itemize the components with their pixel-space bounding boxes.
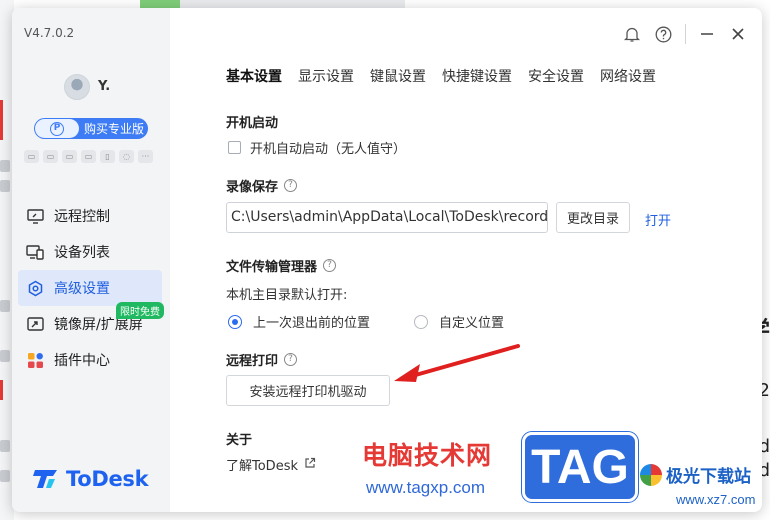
radio-button[interactable] <box>414 314 428 329</box>
feature-icons: ▭ ▭ ▭ ▭ ▯ ◌ ··· <box>24 150 153 163</box>
tab-keyboard-mouse[interactable]: 键鼠设置 <box>370 66 426 86</box>
background-app-topline <box>140 0 405 8</box>
about-link-label: 了解ToDesk <box>226 459 298 474</box>
watermark-site-name: 极光下载站 <box>666 467 751 487</box>
radio-button-selected[interactable] <box>228 314 242 329</box>
free-badge: 限时免费 <box>116 302 164 319</box>
sidebar-item-advanced-settings[interactable]: 高级设置 <box>18 270 162 306</box>
sidebar-item-remote-control[interactable]: 远程控制 <box>18 198 162 234</box>
monitor-icon <box>26 207 44 225</box>
devices-icon <box>26 243 44 261</box>
mobile-icon: ▯ <box>100 150 115 163</box>
settings-tabs: 基本设置 显示设置 键鼠设置 快捷键设置 安全设置 网络设置 <box>226 66 672 86</box>
tab-security[interactable]: 安全设置 <box>528 66 584 86</box>
sidebar-item-label: 远程控制 <box>54 209 110 225</box>
watermark-tag-logo: TAG <box>522 432 638 502</box>
startup-checkbox-label: 开机自动启动（无人值守） <box>250 142 407 157</box>
username[interactable]: Y. <box>98 79 110 94</box>
mirror-icon <box>26 315 44 333</box>
radio-custom-location[interactable]: 自定义位置 <box>414 312 504 331</box>
watermark-site-logo-icon <box>640 463 662 486</box>
remote-print-title: 远程打印 <box>226 354 279 369</box>
display-icon: ▭ <box>62 150 77 163</box>
sidebar-nav: 远程控制 设备列表 高级设置 镜像屏/扩展屏 限时免费 插件中心 <box>18 198 164 378</box>
about-title: 关于 <box>226 433 253 448</box>
radio-label: 自定义位置 <box>439 316 505 331</box>
help-icon[interactable]: ? <box>284 353 298 366</box>
watermark-url: www.tagxp.com <box>366 478 486 497</box>
recording-title: 录像保存 <box>226 180 279 195</box>
sidebar-item-label: 高级设置 <box>54 281 110 297</box>
help-icon[interactable]: ? <box>284 179 298 192</box>
startup-checkbox[interactable] <box>228 141 241 154</box>
radio-last-location[interactable]: 上一次退出前的位置 <box>228 312 370 331</box>
install-printer-driver-button[interactable]: 安装远程打印机驱动 <box>226 375 390 406</box>
about-todesk-link[interactable]: 了解ToDesk <box>226 455 316 474</box>
watermark-text: 电脑技术网 <box>362 441 493 470</box>
sidebar-item-devices[interactable]: 设备列表 <box>18 234 162 270</box>
recording-path-field[interactable]: C:\Users\admin\AppData\Local\ToDesk\reco… <box>226 202 548 233</box>
more-icon: ··· <box>138 150 153 163</box>
default-directory-label: 本机主目录默认打开: <box>226 288 348 303</box>
startup-checkbox-row[interactable]: 开机自动启动（无人值守） <box>228 138 406 157</box>
watermark-site: 极光下载站 <box>640 462 751 487</box>
watermark-site-url: www.xz7.com <box>676 492 756 507</box>
todesk-logo-text: ToDesk <box>66 467 149 491</box>
help-icon[interactable]: ? <box>323 259 337 272</box>
tab-basic[interactable]: 基本设置 <box>226 66 282 86</box>
plugins-icon <box>26 351 44 369</box>
annotation-arrow <box>394 344 520 382</box>
todesk-logo-icon <box>33 470 57 488</box>
about-section-title: 关于 <box>226 429 252 448</box>
buy-pro-label: 购买专业版 <box>84 122 145 136</box>
startup-section-title: 开机启动 <box>226 112 278 131</box>
todesk-logo: ToDesk <box>32 466 149 492</box>
gamepad-icon: ▭ <box>24 150 39 163</box>
startup-title: 开机启动 <box>226 116 279 131</box>
sidebar-item-mirror-screen[interactable]: 镜像屏/扩展屏 限时免费 <box>18 302 164 342</box>
remote-print-section-title: 远程打印 ? <box>226 350 298 369</box>
file-transfer-title: 文件传输管理器 <box>226 260 318 275</box>
pro-badge-icon: P <box>35 119 79 138</box>
recording-section-title: 录像保存 ? <box>226 176 298 195</box>
open-folder-link[interactable]: 打开 <box>645 210 671 229</box>
tab-display[interactable]: 显示设置 <box>298 66 354 86</box>
screen-icon: ▭ <box>43 150 58 163</box>
file-transfer-section-title: 文件传输管理器 ? <box>226 256 337 275</box>
sidebar-item-plugins[interactable]: 插件中心 <box>18 342 162 378</box>
change-directory-button[interactable]: 更改目录 <box>556 202 630 233</box>
tab-network[interactable]: 网络设置 <box>600 66 656 86</box>
tab-shortcuts[interactable]: 快捷键设置 <box>442 66 512 86</box>
sidebar-item-label: 设备列表 <box>54 245 110 261</box>
cloud-icon: ◌ <box>119 150 134 163</box>
external-link-icon <box>304 457 316 473</box>
sidebar-item-label: 插件中心 <box>54 353 110 369</box>
sidebar: V4.7.0.2 Y. P 购买专业版 ▭ ▭ ▭ ▭ ▯ ◌ ··· 远程控制 <box>12 8 170 512</box>
version-label: V4.7.0.2 <box>24 26 75 40</box>
chat-icon: ▭ <box>81 150 96 163</box>
avatar[interactable] <box>64 74 90 100</box>
buy-pro-button[interactable]: P 购买专业版 <box>34 118 148 139</box>
settings-icon <box>26 279 44 297</box>
radio-label: 上一次退出前的位置 <box>253 316 371 331</box>
